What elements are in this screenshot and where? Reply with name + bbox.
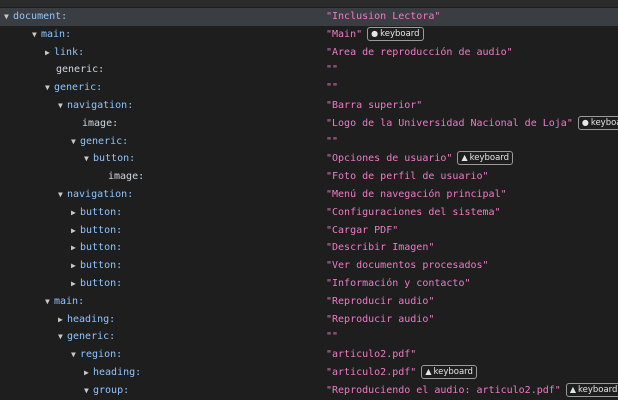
collapsed-triangle-icon[interactable]: ▶ — [58, 311, 67, 329]
tree-node-key: image: — [82, 117, 119, 129]
tree-node-value: "Foto de perfil de usuario" — [326, 171, 489, 183]
tree-node-key: ▼ document: — [4, 8, 67, 26]
tree-node-value: "Reproducir audio" — [326, 313, 435, 325]
tree-row-navigation[interactable]: ▼ navigation: "Menú de navegación princip… — [0, 186, 618, 204]
tree-row-generic[interactable]: ▼ generic: "" — [0, 133, 618, 151]
tree-node-value: "" — [326, 82, 339, 94]
tree-node-key: ▼ generic: — [71, 133, 128, 151]
tree-row-button[interactable]: ▶ button: "Ver documentos procesados" — [0, 257, 618, 275]
tree-node-value: "Area de reproducción de audio" — [326, 46, 513, 58]
tree-row-generic[interactable]: ▼ generic: "" — [0, 328, 618, 346]
tree-node-key: ▶ button: — [71, 275, 122, 293]
collapsed-triangle-icon[interactable]: ▶ — [45, 44, 54, 62]
tree-node-value: "Información y contacto" — [326, 277, 471, 289]
tree-node-value: "Barra superior" — [326, 99, 423, 111]
tree-node-key: ▼ region: — [71, 346, 122, 364]
tree-node-value: "Cargar PDF" — [326, 224, 399, 236]
collapsed-triangle-icon[interactable]: ▶ — [84, 364, 93, 382]
tree-node-value: "Reproducir audio" — [326, 295, 435, 307]
tree-node-key: ▶ heading: — [58, 311, 115, 329]
info-circle-icon: ● — [371, 28, 379, 38]
warning-triangle-icon: ▲ — [461, 153, 468, 163]
warning-triangle-icon: ▲ — [569, 384, 576, 394]
expanded-triangle-icon[interactable]: ▼ — [32, 26, 41, 44]
expanded-triangle-icon[interactable]: ▼ — [58, 328, 67, 346]
expanded-triangle-icon[interactable]: ▼ — [4, 8, 13, 26]
tree-row-navigation[interactable]: ▼ navigation: "Barra superior" — [0, 97, 618, 115]
keyboard-badge[interactable]: ●keyboard — [367, 26, 424, 41]
expanded-triangle-icon[interactable]: ▼ — [58, 186, 67, 204]
tree-node-value: "Opciones de usuario" ▲ keyboard — [326, 150, 514, 168]
collapsed-triangle-icon[interactable]: ▶ — [71, 275, 80, 293]
collapsed-triangle-icon[interactable]: ▶ — [71, 222, 80, 240]
tree-node-key: ▶ button: — [71, 239, 122, 257]
collapsed-triangle-icon[interactable]: ▶ — [71, 257, 80, 275]
keyboard-badge[interactable]: ▲ keyboard — [565, 382, 618, 397]
tree-row-button[interactable]: ▶ button: "Información y contacto" — [0, 275, 618, 293]
tree-row-link[interactable]: ▶ link: "Area de reproducción de audio" — [0, 44, 618, 62]
expanded-triangle-icon[interactable]: ▼ — [84, 150, 93, 168]
collapsed-triangle-icon[interactable]: ▶ — [71, 204, 80, 222]
tree-row-button[interactable]: ▶ button: "Describir Imagen" — [0, 239, 618, 257]
tree-node-key: ▼ generic: — [45, 79, 102, 97]
expanded-triangle-icon[interactable]: ▼ — [71, 133, 80, 151]
tree-node-key: ▶ button: — [71, 257, 122, 275]
tree-node-key: ▶ heading: — [84, 364, 141, 382]
keyboard-badge[interactable]: ●keyboard — [577, 115, 618, 130]
keyboard-badge[interactable]: ▲ keyboard — [421, 364, 477, 379]
tree-row-region[interactable]: ▼ region: "articulo2.pdf" — [0, 346, 618, 364]
tree-node-key: image: — [108, 171, 145, 183]
tree-row-heading[interactable]: ▶ heading: "articulo2.pdf" ▲ keyboard — [0, 364, 618, 382]
tree-node-key: ▶ link: — [45, 44, 84, 62]
tree-node-value: "Logo de la Universidad Nacional de Loja… — [326, 115, 618, 133]
tree-node-key: ▼ navigation: — [58, 186, 133, 204]
tree-node-key: ▼ button: — [84, 150, 135, 168]
top-bar — [0, 0, 618, 7]
tree-row-button[interactable]: ▶ button: "Cargar PDF" — [0, 222, 618, 240]
tree-node-value: "articulo2.pdf" — [326, 349, 417, 361]
tree-node-value: "" — [326, 331, 339, 343]
accessibility-tree: ▼ document: "Inclusion Lectora" ▼ main: "M… — [0, 8, 618, 400]
tree-row-main[interactable]: ▼ main: "Main" ● keyboard — [0, 26, 618, 44]
keyboard-badge[interactable]: ▲ keyboard — [457, 151, 514, 166]
tree-row-image[interactable]: image: "Foto de perfil de usuario" — [0, 168, 618, 186]
collapsed-triangle-icon[interactable]: ▶ — [71, 239, 80, 257]
expanded-triangle-icon[interactable]: ▼ — [58, 97, 67, 115]
tree-node-key: ▼ generic: — [58, 328, 115, 346]
tree-row-generic[interactable]: generic: "" — [0, 61, 618, 79]
tree-node-key: ▶ button: — [71, 204, 122, 222]
tree-row-document[interactable]: ▼ document: "Inclusion Lectora" — [0, 8, 618, 26]
tree-node-value: "Configuraciones del sistema" — [326, 206, 501, 218]
tree-node-key: ▼ main: — [32, 26, 71, 44]
warning-triangle-icon: ▲ — [425, 366, 432, 376]
tree-node-value: "" — [326, 64, 339, 76]
tree-row-main[interactable]: ▼ main: "Reproducir audio" — [0, 293, 618, 311]
info-circle-icon: ● — [581, 117, 589, 127]
tree-node-key: generic: — [56, 64, 105, 76]
tree-node-value: "Inclusion Lectora" — [326, 11, 441, 22]
tree-node-value: "Menú de navegación principal" — [326, 188, 507, 200]
tree-node-value: "Main" ● keyboard — [326, 26, 424, 44]
expanded-triangle-icon[interactable]: ▼ — [45, 293, 54, 311]
tree-node-value: "Describir Imagen" — [326, 242, 435, 254]
expanded-triangle-icon[interactable]: ▼ — [45, 79, 54, 97]
tree-node-value: "" — [326, 135, 339, 147]
tree-row-heading[interactable]: ▶ heading: "Reproducir audio" — [0, 311, 618, 329]
tree-node-key: ▶ button: — [71, 222, 122, 240]
tree-row-button[interactable]: ▶ button: "Configuraciones del sistema" — [0, 204, 618, 222]
tree-node-value: "articulo2.pdf" ▲ keyboard — [326, 364, 477, 382]
expanded-triangle-icon[interactable]: ▼ — [71, 346, 80, 364]
tree-node-value: "Ver documentos procesados" — [326, 260, 489, 272]
tree-node-key: ▼ navigation: — [58, 97, 133, 115]
tree-row-generic[interactable]: ▼ generic: "" — [0, 79, 618, 97]
tree-node-key: ▼ main: — [45, 293, 84, 311]
tree-row-button[interactable]: ▼ button: "Opciones de usuario" ▲ keyboard — [0, 150, 618, 168]
tree-row-image[interactable]: image: "Logo de la Universidad Nacional … — [0, 115, 618, 133]
